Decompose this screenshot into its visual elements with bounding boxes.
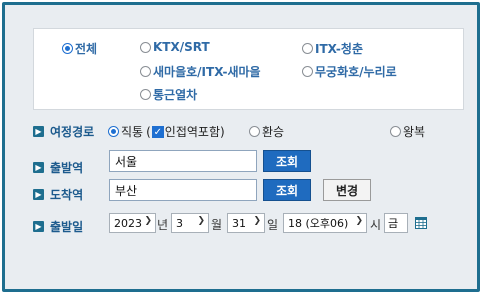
date-label: ▶ 출발일 xyxy=(33,218,83,235)
weekday-value: 금 xyxy=(388,217,399,230)
month-unit: 월 xyxy=(211,218,223,232)
year-value: 2023 xyxy=(114,216,142,230)
train-type-label: 무궁화호/누리로 xyxy=(315,65,397,79)
train-type-all[interactable]: 전체 xyxy=(62,40,97,57)
weekday-box: 금 xyxy=(384,213,408,233)
chevron-down-icon: ❯ xyxy=(355,216,363,226)
day-value: 31 xyxy=(232,216,246,230)
paren-close: ) xyxy=(219,124,225,139)
chevron-down-icon: ❯ xyxy=(253,216,261,226)
train-type-itx-cheongchun[interactable]: ITX-청춘 xyxy=(302,40,363,57)
arrow-right-icon: ▶ xyxy=(33,221,44,232)
train-type-saemaeul[interactable]: 새마을호/ITX-새마을 xyxy=(140,63,261,80)
year-select[interactable]: 2023 ❯ xyxy=(109,213,156,233)
hour-unit: 시 xyxy=(370,218,382,232)
route-direct-label: 직통 xyxy=(121,125,144,139)
train-type-label: 전체 xyxy=(75,42,98,56)
paren-open: ( xyxy=(146,124,151,139)
round-trip-label: 왕복 xyxy=(403,125,426,139)
route-adjacent-label: 인접역포함 xyxy=(164,125,220,139)
arrival-station-input[interactable] xyxy=(109,179,257,201)
arrival-label-text: 도착역 xyxy=(50,188,84,202)
train-type-mugunghwa[interactable]: 무궁화호/누리로 xyxy=(302,63,397,80)
radio-icon[interactable] xyxy=(249,126,260,137)
arrow-right-icon: ▶ xyxy=(33,189,44,200)
radio-icon[interactable] xyxy=(140,41,151,53)
day-select[interactable]: 31 ❯ xyxy=(227,213,265,233)
year-unit: 년 xyxy=(157,218,169,232)
arrival-label: ▶ 도착역 xyxy=(33,186,83,203)
radio-icon[interactable] xyxy=(302,66,313,77)
booking-panel: 전체 KTX/SRT ITX-청춘 새마을호/ITX-새마을 무궁화호/누리로 … xyxy=(2,2,480,292)
arrow-right-icon: ▶ xyxy=(33,162,44,173)
swap-stations-button[interactable]: 변경 xyxy=(323,179,371,201)
route-direct-option[interactable]: 직통 ( ✓ 인접역포함 ) xyxy=(108,123,225,140)
train-type-label: ITX-청춘 xyxy=(315,42,363,56)
departure-search-button[interactable]: 조회 xyxy=(263,150,311,172)
calendar-icon[interactable] xyxy=(415,217,427,229)
train-type-label: KTX/SRT xyxy=(153,40,210,54)
route-label-text: 여정경로 xyxy=(50,125,95,139)
month-value: 3 xyxy=(176,216,183,230)
date-label-text: 출발일 xyxy=(50,220,84,234)
month-select[interactable]: 3 ❯ xyxy=(171,213,209,233)
radio-icon[interactable] xyxy=(390,126,401,137)
train-type-label: 통근열차 xyxy=(153,88,198,102)
departure-label-text: 출발역 xyxy=(50,161,84,175)
chevron-down-icon: ❯ xyxy=(144,216,152,226)
train-type-box: 전체 KTX/SRT ITX-청춘 새마을호/ITX-새마을 무궁화호/누리로 … xyxy=(33,28,464,110)
route-transfer-label: 환승 xyxy=(262,125,285,139)
arrival-search-button[interactable]: 조회 xyxy=(263,179,311,201)
departure-label: ▶ 출발역 xyxy=(33,159,83,176)
radio-icon[interactable] xyxy=(140,89,151,100)
train-type-commuter[interactable]: 통근열차 xyxy=(140,86,197,103)
round-trip-option[interactable]: 왕복 xyxy=(390,123,425,140)
arrow-right-icon: ▶ xyxy=(33,126,44,137)
hour-value: 18 (오후06) xyxy=(288,217,349,230)
departure-station-input[interactable] xyxy=(109,150,257,172)
adjacent-checkbox[interactable]: ✓ xyxy=(151,125,164,138)
train-type-label: 새마을호/ITX-새마을 xyxy=(153,65,261,79)
radio-icon[interactable] xyxy=(302,43,313,54)
chevron-down-icon: ❯ xyxy=(197,216,205,226)
radio-icon[interactable] xyxy=(140,66,151,77)
hour-select[interactable]: 18 (오후06) ❯ xyxy=(283,213,367,233)
radio-selected-icon[interactable] xyxy=(62,43,73,54)
day-unit: 일 xyxy=(267,218,279,232)
radio-selected-icon[interactable] xyxy=(108,126,119,137)
route-transfer-option[interactable]: 환승 xyxy=(249,123,284,140)
train-type-ktx[interactable]: KTX/SRT xyxy=(140,40,210,54)
route-label: ▶ 여정경로 xyxy=(33,123,94,140)
